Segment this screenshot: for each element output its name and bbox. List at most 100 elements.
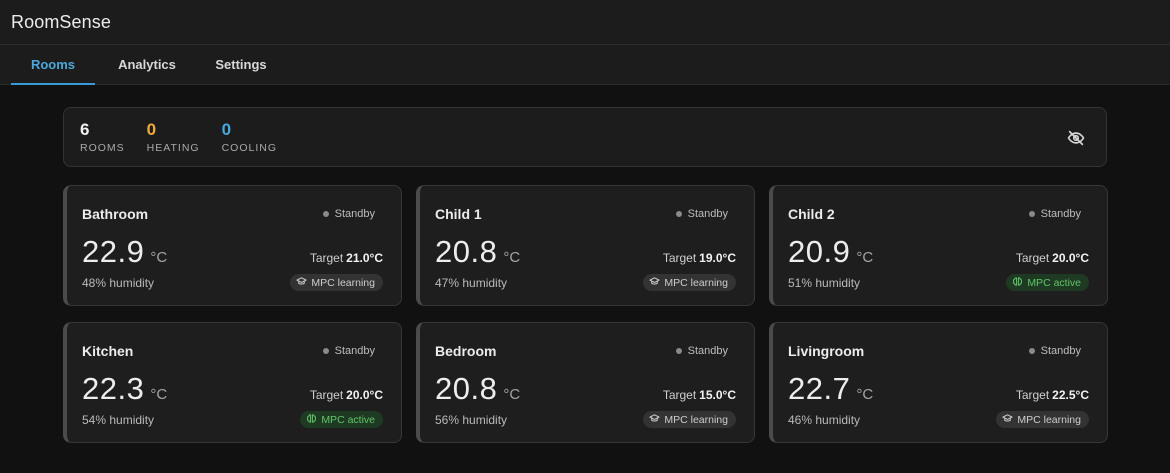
- room-name: Child 2: [788, 206, 835, 222]
- rooms-label: ROOMS: [80, 142, 125, 154]
- tab-rooms[interactable]: Rooms: [11, 45, 95, 85]
- cooling-label: COOLING: [221, 142, 278, 154]
- brain-icon: [307, 413, 317, 423]
- status-text: Standby: [687, 208, 728, 220]
- mpc-icon: [296, 276, 311, 290]
- room-name: Kitchen: [82, 343, 134, 359]
- temperature-unit: °C: [150, 249, 168, 266]
- toggle-visibility-button[interactable]: [1066, 128, 1086, 148]
- room-grid: Bathroom Standby 22.9 °C Target 21.0°C 48…: [63, 185, 1108, 443]
- mpc-text: MPC active: [321, 413, 375, 426]
- status-text: Standby: [1040, 208, 1081, 220]
- stat-cooling: 0 COOLING: [222, 120, 277, 154]
- current-temperature: 20.9 °C: [788, 234, 873, 270]
- target-label: Target: [662, 388, 697, 402]
- room-name: Bedroom: [435, 343, 497, 359]
- temperature-value: 20.8: [435, 234, 498, 269]
- room-card-bathroom[interactable]: Bathroom Standby 22.9 °C Target 21.0°C 48…: [63, 185, 402, 306]
- room-card-livingroom[interactable]: Livingroom Standby 22.7 °C Target 22.5°C …: [769, 322, 1108, 443]
- mpc-badge: MPC learning: [643, 411, 736, 428]
- mpc-text: MPC learning: [311, 276, 375, 289]
- mpc-badge: MPC active: [300, 411, 383, 428]
- current-temperature: 22.3 °C: [82, 371, 167, 407]
- humidity-text: 54% humidity: [82, 413, 155, 427]
- graduation-cap-icon: [649, 413, 660, 422]
- mpc-badge: MPC learning: [643, 274, 736, 291]
- humidity-text: 51% humidity: [788, 276, 861, 290]
- temperature-value: 22.7: [788, 371, 851, 406]
- target-label: Target: [1015, 251, 1050, 265]
- target-temperature: Target 21.0°C: [310, 251, 383, 265]
- summary-panel: 6 ROOMS 0 HEATING 0 COOLING: [63, 107, 1107, 167]
- mpc-icon: [1012, 276, 1027, 290]
- graduation-cap-icon: [649, 276, 660, 285]
- temperature-value: 20.9: [788, 234, 851, 269]
- current-temperature: 20.8 °C: [435, 234, 520, 270]
- room-status: Standby: [675, 208, 728, 220]
- tab-bar: Rooms Analytics Settings: [0, 45, 1170, 85]
- graduation-cap-icon: [1002, 413, 1013, 422]
- status-dot-icon: [322, 348, 329, 354]
- target-value: 15.0°C: [699, 388, 736, 402]
- rooms-count: 6: [80, 120, 90, 139]
- brain-icon: [1013, 276, 1023, 286]
- status-dot-icon: [1028, 211, 1035, 217]
- target-value: 22.5°C: [1052, 388, 1089, 402]
- temperature-value: 20.8: [435, 371, 498, 406]
- target-value: 20.0°C: [346, 388, 383, 402]
- target-temperature: Target 19.0°C: [663, 251, 736, 265]
- mpc-badge: MPC learning: [996, 411, 1089, 428]
- status-text: Standby: [1040, 345, 1081, 357]
- top-app-bar: RoomSense: [0, 0, 1170, 45]
- room-name: Bathroom: [82, 206, 149, 222]
- temperature-value: 22.3: [82, 371, 145, 406]
- room-card-bedroom[interactable]: Bedroom Standby 20.8 °C Target 15.0°C 56%…: [416, 322, 755, 443]
- main-content: 6 ROOMS 0 HEATING 0 COOLING Bathroom Sta…: [0, 85, 1170, 443]
- target-label: Target: [309, 251, 344, 265]
- room-name: Livingroom: [788, 343, 865, 359]
- target-value: 21.0°C: [346, 251, 383, 265]
- tab-analytics[interactable]: Analytics: [105, 45, 189, 84]
- temperature-value: 22.9: [82, 234, 145, 269]
- room-status: Standby: [675, 345, 728, 357]
- mpc-icon: [306, 413, 321, 427]
- mpc-icon: [649, 413, 664, 427]
- target-value: 20.0°C: [1052, 251, 1089, 265]
- humidity-text: 46% humidity: [788, 413, 861, 427]
- mpc-text: MPC learning: [1017, 413, 1081, 426]
- room-status: Standby: [1028, 208, 1081, 220]
- app-title: RoomSense: [11, 11, 111, 32]
- target-temperature: Target 20.0°C: [310, 388, 383, 402]
- mpc-icon: [1002, 413, 1017, 427]
- target-value: 19.0°C: [699, 251, 736, 265]
- room-card-kitchen[interactable]: Kitchen Standby 22.3 °C Target 20.0°C 54%…: [63, 322, 402, 443]
- current-temperature: 22.9 °C: [82, 234, 167, 270]
- status-dot-icon: [675, 211, 682, 217]
- humidity-text: 48% humidity: [82, 276, 155, 290]
- mpc-icon: [649, 276, 664, 290]
- target-label: Target: [309, 388, 344, 402]
- mpc-text: MPC learning: [664, 276, 728, 289]
- status-text: Standby: [334, 208, 375, 220]
- heating-count: 0: [146, 120, 157, 139]
- temperature-unit: °C: [503, 249, 521, 266]
- current-temperature: 22.7 °C: [788, 371, 873, 407]
- room-name: Child 1: [435, 206, 482, 222]
- tab-settings[interactable]: Settings: [199, 45, 283, 84]
- room-card-child-2[interactable]: Child 2 Standby 20.9 °C Target 20.0°C 51%…: [769, 185, 1108, 306]
- room-card-child-1[interactable]: Child 1 Standby 20.8 °C Target 19.0°C 47%…: [416, 185, 755, 306]
- status-text: Standby: [687, 345, 728, 357]
- humidity-text: 56% humidity: [435, 413, 508, 427]
- mpc-text: MPC active: [1027, 276, 1081, 289]
- heating-label: HEATING: [146, 142, 200, 154]
- temperature-unit: °C: [856, 386, 874, 403]
- temperature-unit: °C: [503, 386, 521, 403]
- status-dot-icon: [322, 211, 329, 217]
- temperature-unit: °C: [856, 249, 874, 266]
- graduation-cap-icon: [296, 276, 307, 285]
- room-status: Standby: [322, 208, 375, 220]
- room-status: Standby: [1028, 345, 1081, 357]
- mpc-badge: MPC active: [1006, 274, 1089, 291]
- room-status: Standby: [322, 345, 375, 357]
- mpc-badge: MPC learning: [290, 274, 383, 291]
